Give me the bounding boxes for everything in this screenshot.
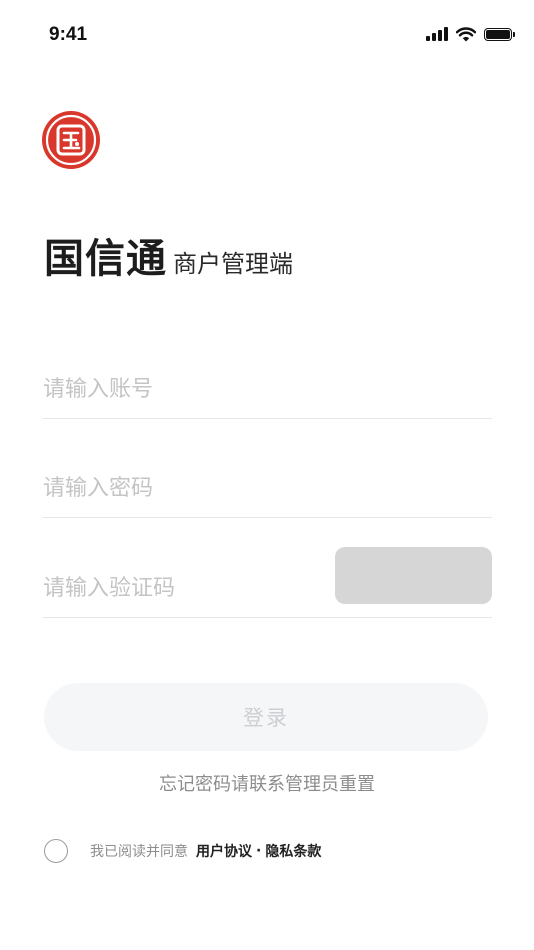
password-field [43,457,492,518]
user-agreement-link[interactable]: 用户协议 [196,841,252,861]
brand-subtitle: 商户管理端 [173,250,293,278]
agreement-row: 我已阅读并同意 用户协议 · 隐私条款 [44,837,321,865]
status-bar: 9:41 [0,0,534,70]
brand-name: 国信通 [44,236,167,282]
account-input[interactable] [43,372,323,406]
status-icons [426,25,515,43]
battery-icon [484,27,515,41]
account-field [43,358,492,419]
privacy-policy-link[interactable]: 隐私条款 [265,841,321,861]
brand-title: 国信通 商户管理端 [44,226,293,284]
captcha-image[interactable] [335,547,492,604]
agreement-prefix: 我已阅读并同意 [90,844,188,860]
captcha-field [43,547,492,618]
status-time: 9:41 [49,24,88,45]
password-input[interactable] [43,471,323,505]
brand-logo [42,111,100,169]
agreement-radio[interactable] [44,839,68,863]
login-button[interactable]: 登录 [44,683,488,751]
forgot-password-hint: 忘记密码请联系管理员重置 [159,774,375,795]
agreement-separator: · [256,843,262,859]
wifi-icon [456,26,476,41]
captcha-input[interactable] [43,571,323,605]
cellular-signal-icon [426,27,448,41]
